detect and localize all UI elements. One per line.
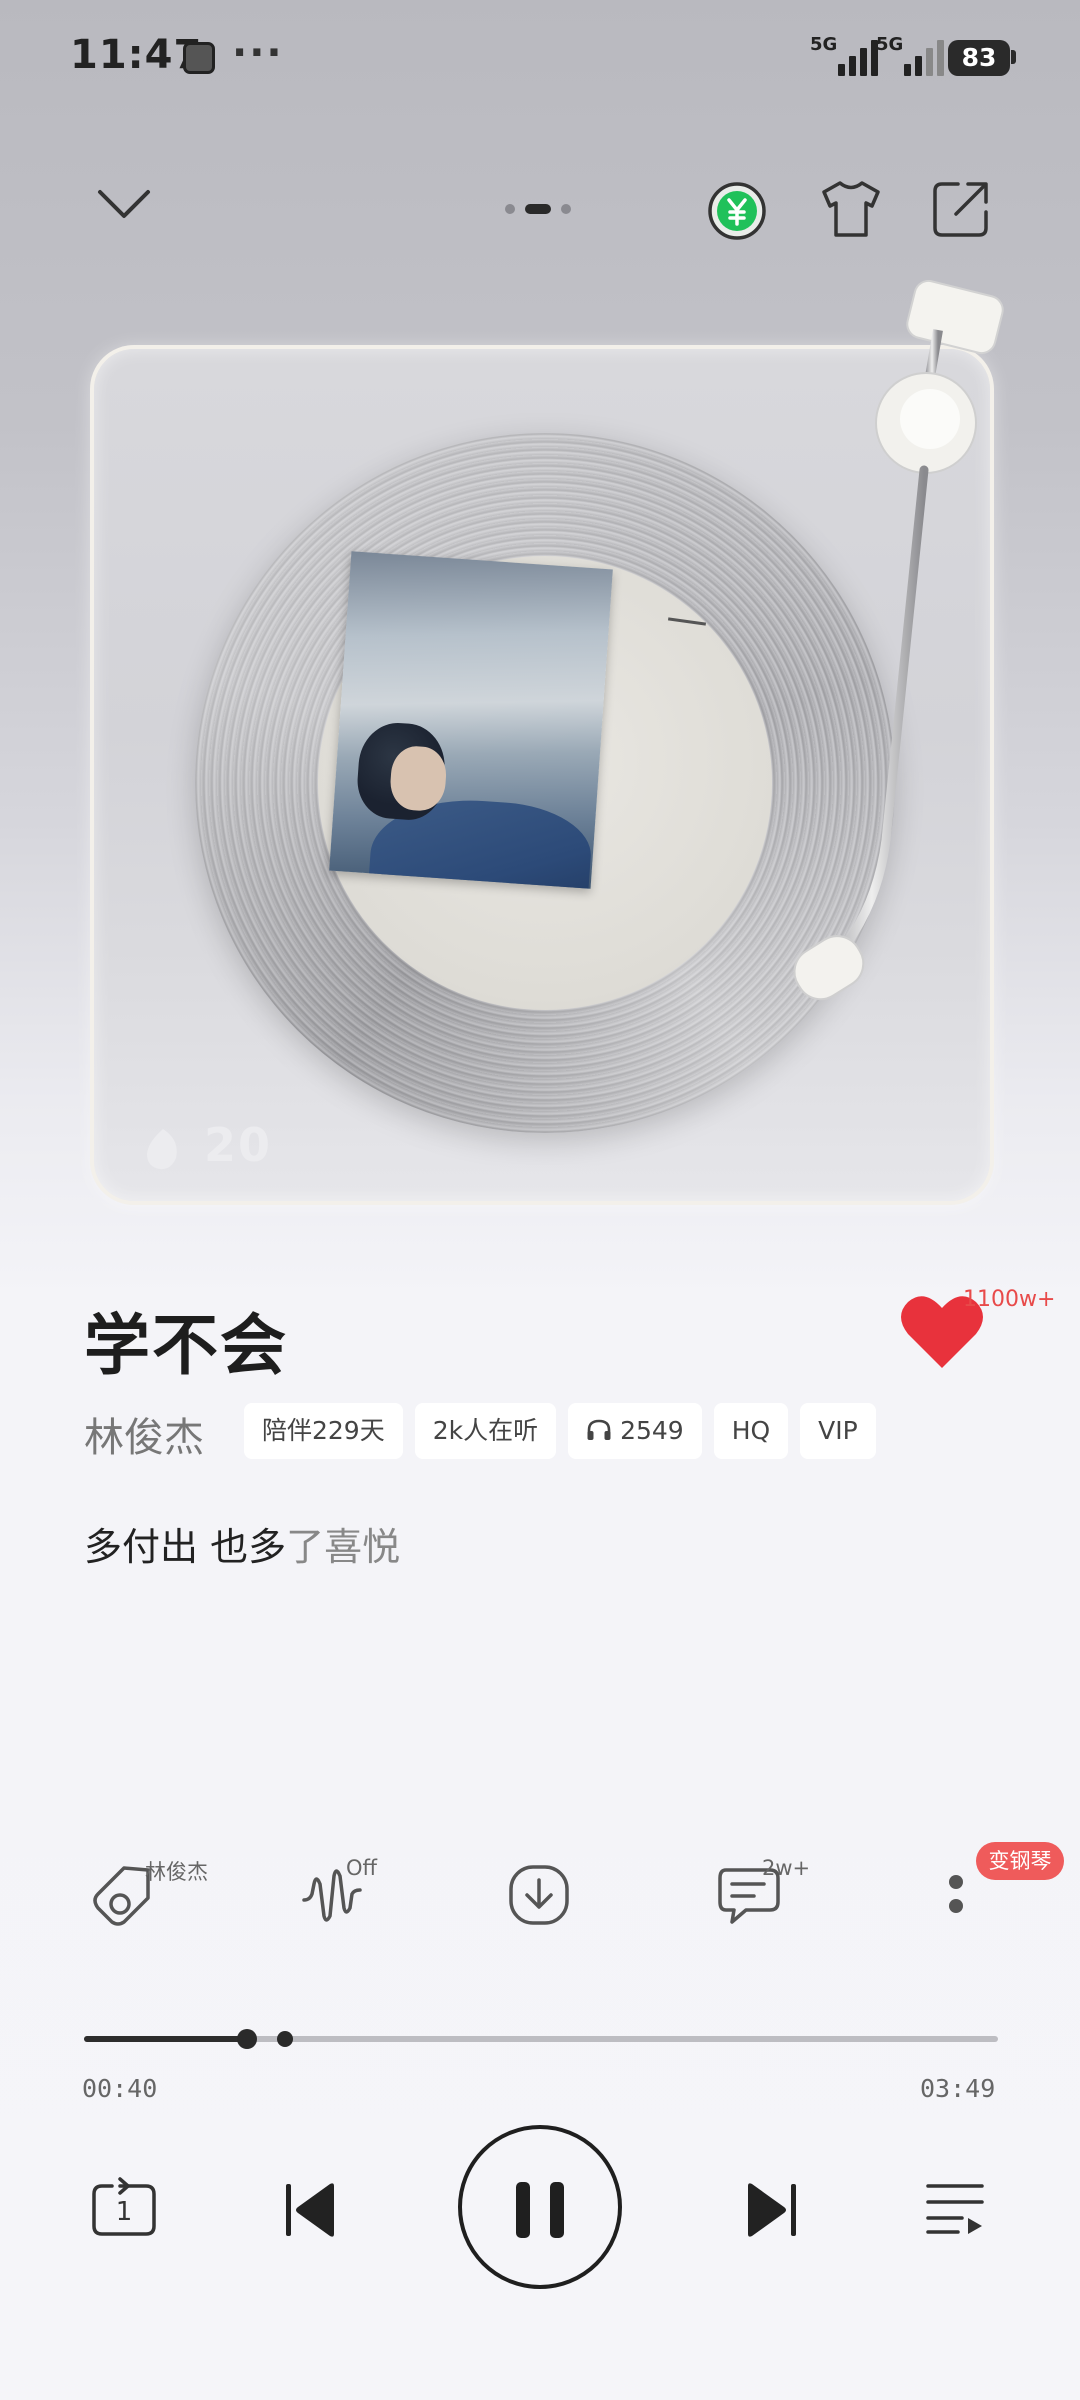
anniversary-flame-icon <box>147 1128 177 1169</box>
signal-1: 5G <box>810 34 837 55</box>
song-tags: 陪伴229天 2k人在听 2549 HQ VIP <box>244 1403 876 1459</box>
pause-icon <box>516 2182 564 2238</box>
network-type-2: 5G <box>876 34 904 55</box>
playlist-icon[interactable] <box>924 2178 986 2238</box>
anniversary-logo: 20 <box>140 1118 272 1172</box>
comments-count: 2w+ <box>762 1856 811 1880</box>
tshirt-icon[interactable] <box>818 178 884 240</box>
tonearm <box>793 280 1004 1001</box>
artist-name[interactable]: 林俊杰 <box>84 1405 204 1463</box>
progress-played <box>84 2036 247 2042</box>
song-title: 学不会 <box>84 1307 288 1384</box>
tag-headphone-listens[interactable]: 2549 <box>568 1403 702 1459</box>
page-dot-active <box>525 204 551 214</box>
repeat-one-icon[interactable]: 1 <box>90 2176 160 2242</box>
tag-listeners[interactable]: 2k人在听 <box>414 1403 557 1459</box>
yuan-coin-icon[interactable] <box>706 180 768 242</box>
anniversary-text: 20 <box>204 1118 273 1172</box>
download-icon[interactable] <box>506 1862 572 1928</box>
signal-2: 5G <box>876 34 903 55</box>
like-count: 1100w+ <box>963 1287 1056 1312</box>
current-lyric[interactable]: 多付出 也多了喜悦 <box>84 1516 400 1571</box>
progress-highlight-marker[interactable] <box>277 2031 294 2047</box>
more-options-icon[interactable] <box>946 1872 966 1924</box>
current-time: 00:40 <box>82 2074 158 2103</box>
page-indicator <box>505 204 571 214</box>
next-track-icon[interactable] <box>740 2180 800 2240</box>
headphones-icon <box>587 1419 611 1440</box>
signal-bars-1-icon <box>838 40 878 76</box>
page-dot <box>561 204 571 214</box>
tag-vip[interactable]: VIP <box>800 1403 876 1459</box>
battery-level: 83 <box>948 40 1010 76</box>
lyric-unsung: 了喜悦 <box>286 1525 401 1569</box>
signal-bars-2-icon <box>904 40 944 76</box>
total-time: 03:49 <box>920 2074 996 2103</box>
previous-track-icon[interactable] <box>282 2180 342 2240</box>
share-icon[interactable] <box>930 178 992 240</box>
lyric-sung: 多付出 也多 <box>84 1525 287 1569</box>
chevron-down-icon[interactable] <box>96 186 152 222</box>
tag-hq[interactable]: HQ <box>713 1403 789 1459</box>
network-type-1: 5G <box>810 34 838 55</box>
progress-thumb[interactable] <box>236 2029 257 2049</box>
album-cover <box>329 551 613 889</box>
notification-app-icon <box>183 42 215 74</box>
singer-label: 林俊杰 <box>145 1860 208 1884</box>
headphone-count: 2549 <box>620 1416 684 1445</box>
tag-companion-days[interactable]: 陪伴229天 <box>244 1403 403 1459</box>
svg-text:1: 1 <box>116 2197 133 2227</box>
sound-effect-label: Off <box>346 1856 377 1880</box>
page-dot <box>505 204 515 214</box>
more-notifications-icon: ··· <box>232 30 284 76</box>
battery-tip <box>1011 50 1016 64</box>
piano-mode-badge[interactable]: 变钢琴 <box>976 1842 1064 1880</box>
